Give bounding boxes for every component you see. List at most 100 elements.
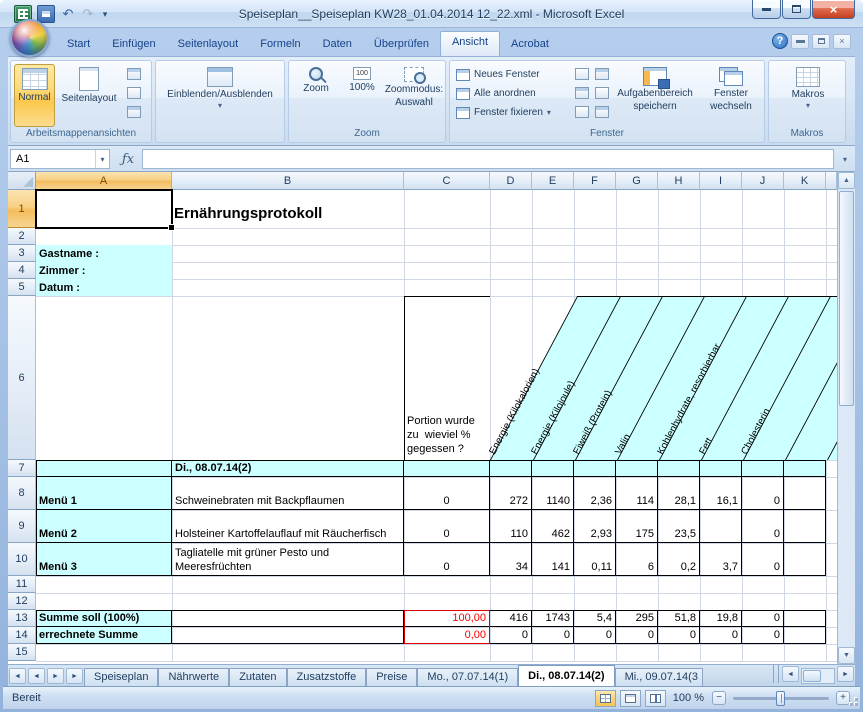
undo-button[interactable]: ↶: [59, 5, 77, 23]
cell-F10[interactable]: 0,11: [574, 543, 616, 576]
cell-H9[interactable]: 23,5: [658, 510, 700, 543]
cell-J10[interactable]: 0: [742, 543, 784, 576]
column-header-I[interactable]: I: [700, 172, 742, 190]
cell-A5[interactable]: Datum :: [36, 279, 172, 296]
cell-B1[interactable]: Ernährungsprotokoll: [174, 205, 322, 223]
ribbon-tab-überprüfen[interactable]: Überprüfen: [363, 34, 440, 56]
cell-H14[interactable]: 0: [658, 627, 700, 644]
cell-J7[interactable]: [742, 460, 784, 477]
column-header-F[interactable]: F: [574, 172, 616, 190]
cell-A10[interactable]: Menü 3: [36, 543, 172, 576]
row-header-2[interactable]: 2: [8, 228, 36, 245]
help-button[interactable]: ?: [772, 33, 788, 49]
cell-A3[interactable]: Gastname :: [36, 245, 172, 262]
close-button[interactable]: ×: [812, 0, 855, 19]
row-header-7[interactable]: 7: [8, 460, 36, 477]
workbook-restore-button[interactable]: [812, 34, 830, 49]
cell-F9[interactable]: 2,93: [574, 510, 616, 543]
minimize-button[interactable]: [752, 0, 781, 19]
arrange-all-button[interactable]: Alle anordnen: [456, 85, 536, 102]
scroll-left-button[interactable]: ◄: [782, 666, 799, 682]
cell-I8[interactable]: 16,1: [700, 477, 742, 510]
column-header-H[interactable]: H: [658, 172, 700, 190]
row-header-8[interactable]: 8: [8, 477, 36, 510]
cell-F14[interactable]: 0: [574, 627, 616, 644]
cell-K9[interactable]: [784, 510, 826, 543]
cell-C6[interactable]: Portion wurde zu wieviel % gegessen ?: [407, 414, 488, 458]
cell-J8[interactable]: 0: [742, 477, 784, 510]
cell-J13[interactable]: 0: [742, 610, 784, 627]
ribbon-tab-ansicht[interactable]: Ansicht: [440, 31, 500, 56]
scroll-down-button[interactable]: ▼: [838, 647, 855, 664]
sheet-tab-3[interactable]: Zutaten: [229, 668, 286, 686]
row-header-3[interactable]: 3: [8, 245, 36, 262]
status-normal-view-button[interactable]: [595, 690, 616, 707]
cell-K13[interactable]: [784, 610, 826, 627]
zoom-slider-track[interactable]: [733, 697, 829, 700]
cell-G13[interactable]: 295: [616, 610, 658, 627]
scroll-up-button[interactable]: ▲: [838, 172, 855, 189]
cell-G10[interactable]: 6: [616, 543, 658, 576]
first-sheet-button[interactable]: ◄: [9, 668, 26, 684]
cell-E8[interactable]: 1140: [532, 477, 574, 510]
sheet-tab-8[interactable]: Mi., 09.07.14(3: [615, 668, 703, 686]
cell-B14[interactable]: [172, 627, 404, 644]
formula-input[interactable]: [142, 149, 834, 169]
cell-I14[interactable]: 0: [700, 627, 742, 644]
name-box[interactable]: A1 ▾: [10, 149, 110, 169]
view-side-by-side-button[interactable]: [590, 65, 614, 82]
horizontal-scroll-track[interactable]: [801, 668, 835, 684]
last-sheet-button[interactable]: ►: [66, 668, 83, 684]
cell-C9[interactable]: 0: [404, 510, 490, 543]
cell-A8[interactable]: Menü 1: [36, 477, 172, 510]
vertical-scroll-thumb[interactable]: [839, 191, 854, 406]
sheet-tab-1[interactable]: Speiseplan: [84, 668, 158, 686]
row-header-10[interactable]: 10: [8, 543, 36, 576]
ribbon-tab-einfügen[interactable]: Einfügen: [101, 34, 166, 56]
cell-I10[interactable]: 3,7: [700, 543, 742, 576]
normal-view-button[interactable]: Normal: [14, 64, 55, 127]
ribbon-tab-daten[interactable]: Daten: [312, 34, 363, 56]
cell-B7[interactable]: Di., 08.07.14(2): [172, 460, 404, 477]
cell-K8[interactable]: [784, 477, 826, 510]
sheet-tab-7[interactable]: Di., 08.07.14(2): [518, 665, 614, 686]
page-break-preview-button[interactable]: [122, 65, 146, 82]
maximize-button[interactable]: [782, 0, 811, 19]
save-button[interactable]: [37, 5, 55, 23]
cell-K10[interactable]: [784, 543, 826, 576]
cell-D13[interactable]: 416: [490, 610, 532, 627]
cell-D9[interactable]: 110: [490, 510, 532, 543]
freeze-panes-button[interactable]: Fenster fixieren▾: [456, 104, 551, 121]
row-header-15[interactable]: 15: [8, 644, 36, 661]
cell-I13[interactable]: 19,8: [700, 610, 742, 627]
cell-D10[interactable]: 34: [490, 543, 532, 576]
cell-D7[interactable]: [490, 460, 532, 477]
reset-window-position-button[interactable]: [590, 103, 614, 120]
column-header-B[interactable]: B: [172, 172, 404, 190]
cell-K14[interactable]: [784, 627, 826, 644]
redo-button[interactable]: ↷: [79, 5, 97, 23]
cell-J14[interactable]: 0: [742, 627, 784, 644]
cell-C7[interactable]: [404, 460, 490, 477]
cell-E10[interactable]: 141: [532, 543, 574, 576]
cell-B13[interactable]: [172, 610, 404, 627]
zoom-level-text[interactable]: 100 %: [670, 692, 704, 704]
qat-dropdown-button[interactable]: ▾: [99, 5, 111, 23]
cell-I9[interactable]: [700, 510, 742, 543]
formula-bar-expand-button[interactable]: ▾: [838, 152, 852, 166]
cell-H10[interactable]: 0,2: [658, 543, 700, 576]
cell-A14[interactable]: errechnete Summe: [36, 627, 172, 644]
cell-G8[interactable]: 114: [616, 477, 658, 510]
horizontal-scroll-thumb[interactable]: [803, 670, 821, 682]
full-screen-button[interactable]: [122, 103, 146, 120]
cell-F13[interactable]: 5,4: [574, 610, 616, 627]
cell-E9[interactable]: 462: [532, 510, 574, 543]
zoom-out-button[interactable]: −: [712, 691, 726, 705]
status-page-break-button[interactable]: [645, 690, 666, 707]
zoom-to-selection-button[interactable]: Zoommodus: Auswahl: [385, 64, 443, 127]
column-header-C[interactable]: C: [404, 172, 490, 190]
cell-J9[interactable]: 0: [742, 510, 784, 543]
tab-splitter[interactable]: [773, 665, 779, 683]
workbook-minimize-button[interactable]: [791, 34, 809, 49]
cell-D8[interactable]: 272: [490, 477, 532, 510]
